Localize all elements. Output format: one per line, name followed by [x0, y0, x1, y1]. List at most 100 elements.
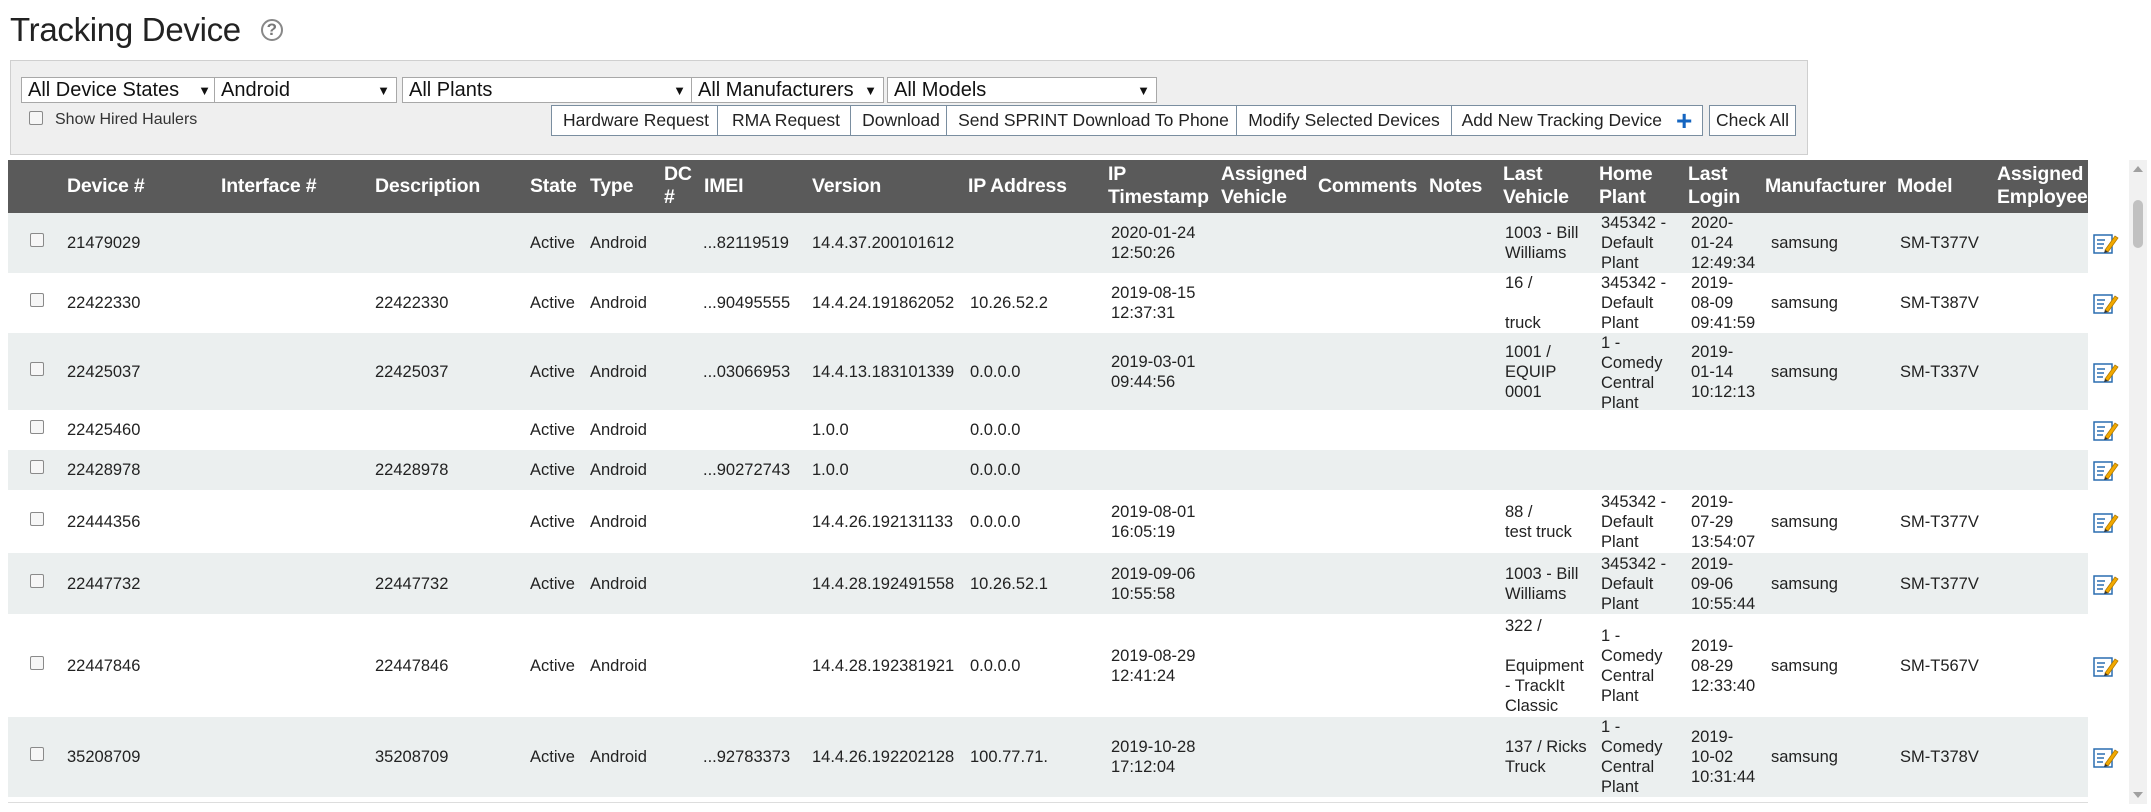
- cell-last-login: 2019- 08-29 12:33:40: [1691, 636, 1756, 695]
- edit-device-icon[interactable]: [2093, 654, 2119, 678]
- edit-device-icon[interactable]: [2093, 745, 2119, 769]
- rma-request-button[interactable]: RMA Request: [717, 105, 855, 136]
- cell-manufacturer: samsung: [1771, 234, 1838, 252]
- help-icon[interactable]: ?: [260, 19, 283, 41]
- show-hired-haulers-checkbox[interactable]: [29, 111, 43, 125]
- edit-device-icon[interactable]: [2093, 510, 2119, 534]
- cell-type: Android: [590, 656, 647, 675]
- send-sprint-download-button[interactable]: Send SPRINT Download To Phone: [946, 105, 1241, 136]
- row-select-checkbox[interactable]: [30, 655, 44, 670]
- add-new-tracking-device-label: Add New Tracking Device: [1461, 110, 1662, 130]
- cell-state: Active: [530, 574, 575, 593]
- cell-home-plant: 1 - Comedy Central Plant: [1601, 334, 1663, 412]
- edit-device-icon[interactable]: [2093, 231, 2119, 255]
- table-row[interactable]: 22444356 Active Android 14.4.26.192131133…: [8, 490, 2088, 553]
- col-device[interactable]: Device #: [67, 175, 145, 198]
- col-dc[interactable]: DC #: [664, 163, 692, 209]
- scroll-up-arrow-icon[interactable]: [2133, 166, 2143, 172]
- row-select-checkbox[interactable]: [30, 361, 44, 376]
- col-last-vehicle-line1: Last: [1503, 163, 1543, 185]
- col-ip-timestamp[interactable]: IP Timestamp: [1108, 163, 1209, 209]
- cell-ip-ts: 2019-03-01 09:44:56: [1111, 352, 1196, 391]
- col-state[interactable]: State: [530, 175, 577, 198]
- edit-device-icon[interactable]: [2093, 360, 2119, 384]
- manufacturers-select[interactable]: All Manufacturers ▼: [691, 77, 884, 103]
- scroll-down-arrow-icon[interactable]: [2133, 792, 2143, 798]
- check-all-button[interactable]: Check All: [1709, 105, 1796, 136]
- hardware-request-button[interactable]: Hardware Request: [551, 105, 721, 136]
- cell-last-login: 2020- 01-24 12:49:34: [1691, 214, 1756, 272]
- cell-description: [375, 512, 380, 532]
- col-type[interactable]: Type: [590, 175, 633, 198]
- col-last-login[interactable]: Last Login: [1688, 163, 1740, 209]
- cell-device: 21479029: [67, 234, 141, 252]
- cell-home-plant: 345342 - Default Plant: [1601, 274, 1667, 332]
- cell-state: Active: [530, 748, 575, 766]
- edit-device-icon[interactable]: [2093, 458, 2119, 482]
- col-imei[interactable]: IMEI: [704, 175, 743, 198]
- cell-imei: ...03066953: [703, 362, 791, 381]
- col-ip-timestamp-line1: IP: [1108, 163, 1127, 185]
- row-select-checkbox[interactable]: [30, 293, 44, 307]
- cell-last-login: 2019- 09-06 10:55:44: [1691, 554, 1756, 613]
- col-last-vehicle[interactable]: Last Vehicle: [1503, 163, 1569, 209]
- col-notes[interactable]: Notes: [1429, 175, 1482, 198]
- col-version[interactable]: Version: [812, 175, 881, 198]
- cell-type: Android: [590, 421, 647, 439]
- col-comments[interactable]: Comments: [1318, 175, 1417, 198]
- scrollbar-thumb[interactable]: [2133, 200, 2143, 248]
- col-model[interactable]: Model: [1897, 175, 1953, 198]
- col-last-login-line2: Login: [1688, 186, 1741, 208]
- table-row[interactable]: 22447846 22447846 Active Android 14.4.28.1…: [8, 614, 2088, 717]
- row-select-checkbox[interactable]: [30, 573, 44, 588]
- edit-device-icon[interactable]: [2093, 572, 2119, 596]
- table-row[interactable]: 21479029 Active Android ...82119519 14.4.37…: [8, 213, 2088, 273]
- cell-description: 22447732: [375, 574, 449, 593]
- col-manufacturer[interactable]: Manufacturer: [1765, 175, 1886, 198]
- download-button[interactable]: Download: [850, 105, 952, 136]
- cell-type: Android: [590, 512, 647, 531]
- col-description[interactable]: Description: [375, 175, 480, 198]
- cell-imei: ...82119519: [703, 234, 789, 252]
- table-row[interactable]: 22422330 22422330 Active Android ...9049555…: [8, 273, 2088, 333]
- edit-device-icon[interactable]: [2093, 291, 2119, 315]
- row-select-checkbox[interactable]: [30, 460, 44, 474]
- row-select-checkbox[interactable]: [30, 233, 44, 247]
- cell-description: [375, 233, 380, 253]
- cell-description: 22425037: [375, 362, 449, 381]
- add-new-tracking-device-button[interactable]: Add New Tracking Device +: [1451, 105, 1703, 136]
- show-hired-haulers[interactable]: Show Hired Haulers: [29, 111, 197, 129]
- plants-select[interactable]: All Plants ▼: [402, 77, 693, 103]
- table-header: Device # Interface # Description State T…: [8, 160, 2088, 213]
- device-state-select[interactable]: All Device States ▼: [21, 77, 218, 103]
- cell-device: 22447846: [67, 656, 141, 675]
- col-ip-address[interactable]: IP Address: [968, 175, 1067, 198]
- row-select-checkbox[interactable]: [30, 511, 44, 526]
- vertical-scrollbar[interactable]: [2129, 160, 2147, 804]
- cell-device: 35208709: [67, 748, 141, 766]
- cell-device: 22447732: [67, 574, 141, 593]
- col-assigned-employee[interactable]: Assigned Employee: [1997, 163, 2088, 209]
- cell-version: 14.4.37.200101612: [812, 234, 955, 252]
- col-assigned-vehicle[interactable]: Assigned Vehicle: [1221, 163, 1307, 209]
- table-row[interactable]: 22447732 22447732 Active Android 14.4.28.1…: [8, 553, 2088, 614]
- col-home-plant-line1: Home: [1599, 163, 1653, 185]
- cell-model: SM-T378V: [1900, 748, 1979, 766]
- models-select[interactable]: All Models ▼: [887, 77, 1157, 103]
- table-row[interactable]: 35208709 35208709 Active Android ...9278337…: [8, 717, 2088, 797]
- cell-state: Active: [530, 294, 575, 312]
- table-row[interactable]: 22425460 Active Android 1.0.0 0.0.0.0: [8, 410, 2088, 450]
- table-row[interactable]: 22425037 22425037 Active Android ...0306695…: [8, 333, 2088, 412]
- row-select-checkbox[interactable]: [30, 420, 44, 434]
- cell-version: 14.4.13.183101339: [812, 362, 955, 381]
- cell-description: [375, 420, 380, 440]
- cell-interface: [221, 574, 226, 594]
- row-select-checkbox[interactable]: [30, 747, 44, 761]
- col-home-plant[interactable]: Home Plant: [1599, 163, 1653, 209]
- edit-device-icon[interactable]: [2093, 418, 2119, 442]
- modify-selected-devices-button[interactable]: Modify Selected Devices: [1236, 105, 1452, 136]
- col-interface[interactable]: Interface #: [221, 175, 317, 198]
- cell-interface: [221, 656, 226, 676]
- platform-select[interactable]: Android ▼: [214, 77, 397, 103]
- table-row[interactable]: 22428978 22428978 Active Android ...9027274…: [8, 450, 2088, 490]
